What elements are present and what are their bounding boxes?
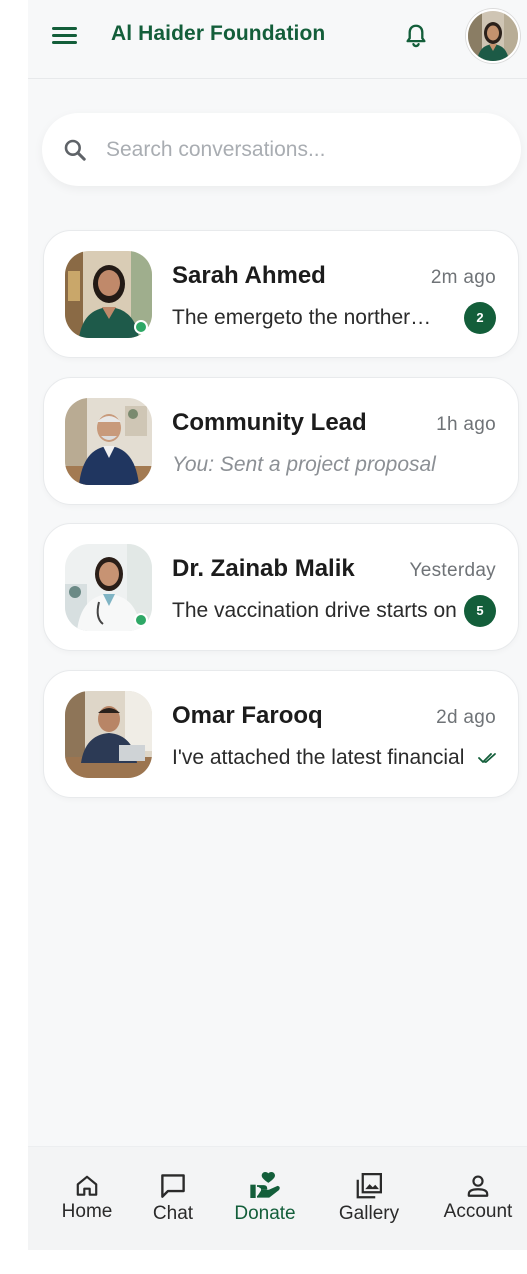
contact-name: Dr. Zainab Malik xyxy=(172,555,355,582)
unread-count-badge: 5 xyxy=(464,595,496,627)
double-check-read-icon xyxy=(478,751,498,765)
contact-name: Omar Farooq xyxy=(172,702,323,729)
nav-item-home[interactable]: Home xyxy=(56,1173,118,1223)
donate-hand-heart-icon xyxy=(250,1172,280,1198)
online-status-indicator xyxy=(134,613,148,627)
search-icon xyxy=(62,137,88,163)
message-preview: The emergeto the northern district... xyxy=(172,306,434,329)
chat-icon xyxy=(161,1174,185,1198)
conversation-card[interactable]: Community Lead 1h ago You: Sent a projec… xyxy=(43,377,519,505)
message-time: 2d ago xyxy=(436,707,496,728)
home-icon xyxy=(76,1175,98,1196)
message-preview: I've attached the latest financial xyxy=(172,746,465,769)
online-status-indicator xyxy=(134,320,148,334)
contact-avatar xyxy=(65,691,152,778)
gallery-icon xyxy=(356,1173,382,1199)
contact-name: Sarah Ahmed xyxy=(172,262,326,289)
search-bar xyxy=(42,113,521,186)
nav-item-account[interactable]: Account xyxy=(436,1173,520,1223)
conversation-card[interactable]: Sarah Ahmed 2m ago The emergeto the nort… xyxy=(43,230,519,358)
contact-name: Community Lead xyxy=(172,409,367,436)
message-time: Yesterday xyxy=(409,560,496,581)
menu-icon[interactable] xyxy=(52,26,78,46)
nav-item-donate[interactable]: Donate xyxy=(229,1171,301,1225)
search-input[interactable] xyxy=(106,133,486,167)
nav-label: Account xyxy=(443,1201,513,1222)
app-title: Al Haider Foundation xyxy=(111,22,326,45)
chat-list-screen: Al Haider Foundation Search conversation… xyxy=(28,0,527,1250)
bottom-navigation: Home Chat Donate Gallery Account xyxy=(28,1146,527,1250)
message-time: 1h ago xyxy=(436,414,496,435)
conversation-card[interactable]: Omar Farooq 2d ago I've attached the lat… xyxy=(43,670,519,798)
conversation-card[interactable]: Dr. Zainab Malik Yesterday The vaccinati… xyxy=(43,523,519,651)
nav-label: Home xyxy=(61,1201,113,1222)
profile-avatar[interactable] xyxy=(466,9,520,63)
nav-item-gallery[interactable]: Gallery xyxy=(330,1171,408,1225)
contact-avatar xyxy=(65,398,152,485)
nav-label: Donate xyxy=(234,1203,296,1224)
nav-label: Chat xyxy=(152,1203,194,1224)
message-preview: The vaccination drive starts on xyxy=(172,599,457,622)
account-icon xyxy=(467,1175,489,1197)
bell-icon[interactable] xyxy=(402,22,430,50)
nav-item-chat[interactable]: Chat xyxy=(144,1171,202,1225)
message-preview: You: Sent a project proposal xyxy=(172,453,436,476)
contact-avatar xyxy=(65,544,152,631)
unread-count-badge: 2 xyxy=(464,302,496,334)
nav-label: Gallery xyxy=(338,1203,400,1224)
message-time: 2m ago xyxy=(430,267,496,288)
contact-avatar xyxy=(65,251,152,338)
top-app-bar: Al Haider Foundation xyxy=(28,0,527,79)
